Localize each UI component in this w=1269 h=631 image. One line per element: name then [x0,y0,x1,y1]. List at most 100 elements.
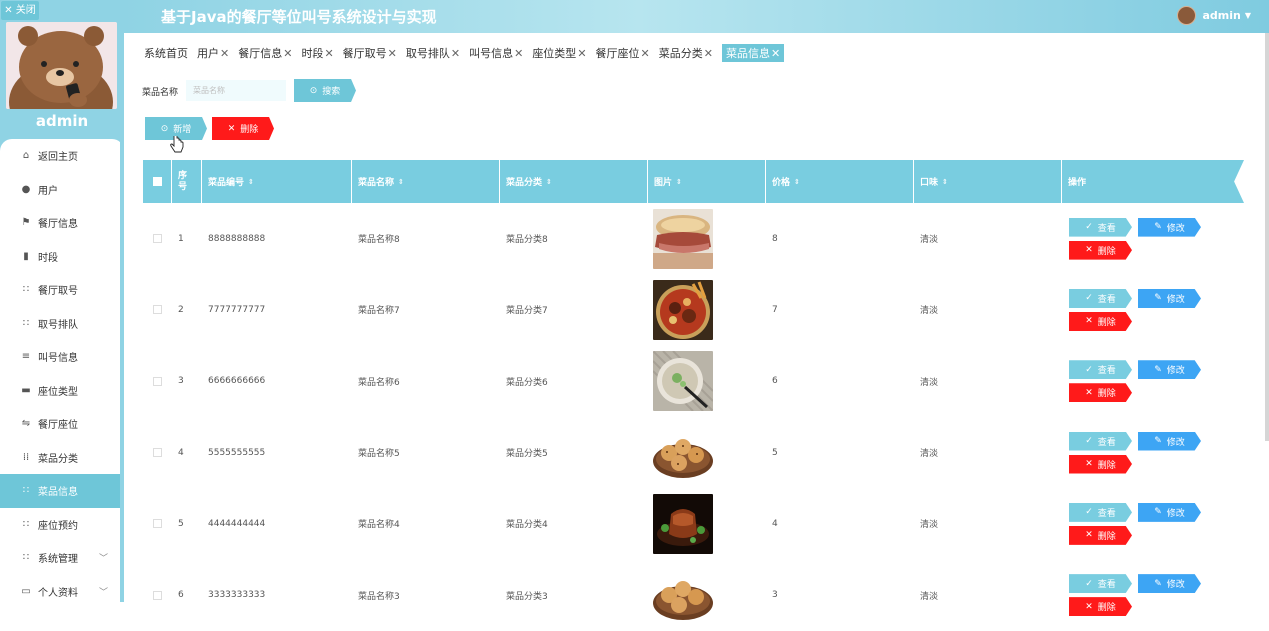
close-icon: ✕ [1085,601,1093,612]
sidebar-item-time-slot[interactable]: ▮ 时段 [0,239,124,273]
sidebar-item-seat-reservation[interactable]: ∷ 座位预约 [0,507,124,541]
sort-icon[interactable]: ⇕ [794,178,800,186]
close-icon[interactable]: ✕ [771,47,780,60]
row-code: 3333333333 [208,590,266,601]
sidebar-item-seat-type[interactable]: ▬ 座位类型 [0,373,124,407]
row-checkbox[interactable] [143,559,172,630]
close-icon[interactable]: ✕ [220,47,229,60]
row-delete-button[interactable]: ✕ 删除 [1069,311,1132,331]
edit-button[interactable]: ✎ 修改 [1138,360,1201,380]
tab-restaurant-info[interactable]: 餐厅信息✕ [238,45,292,61]
close-sidebar-button[interactable]: ✕ 关闭 [1,1,39,20]
search-button[interactable]: ⊙ 搜索 [294,79,356,102]
card-icon: ▭ [21,585,31,597]
sidebar-item-profile[interactable]: ▭ 个人资料 ﹀ [0,574,124,602]
row-checkbox[interactable] [143,417,172,488]
row-code: 8888888888 [208,233,266,244]
tab-bar: 系统首页 用户✕ 餐厅信息✕ 时段✕ 餐厅取号✕ 取号排队✕ 叫号信息✕ 座位类… [144,44,793,62]
edit-button[interactable]: ✎ 修改 [1138,502,1201,522]
sliders-icon: ⇋ [21,418,31,430]
tab-home[interactable]: 系统首页 [144,45,188,61]
sidebar-item-dish-info[interactable]: ∷ 菜品信息 [0,474,124,508]
row-delete-button-label: 删除 [1097,603,1116,614]
column-header-name[interactable]: 菜品名称 ⇕ [352,160,500,203]
edit-button[interactable]: ✎ 修改 [1138,288,1201,308]
tab-seat-type[interactable]: 座位类型✕ [532,45,586,61]
row-category: 菜品分类3 [506,591,548,602]
vertical-scrollbar[interactable] [1265,33,1269,441]
check-icon: ✓ [1085,222,1093,233]
delete-button[interactable]: ✕ 删除 [212,117,274,140]
view-button[interactable]: ✓ 查看 [1069,431,1132,451]
tab-queue[interactable]: 取号排队✕ [406,45,460,61]
view-button[interactable]: ✓ 查看 [1069,288,1132,308]
sidebar-item-restaurant-info[interactable]: ⚑ 餐厅信息 [0,206,124,240]
tab-take-number[interactable]: 餐厅取号✕ [343,45,397,61]
tab-label: 时段 [301,47,324,60]
column-header-code[interactable]: 菜品编号 ⇕ [202,160,352,203]
select-all-checkbox[interactable] [143,160,172,203]
row-delete-button[interactable]: ✕ 删除 [1069,240,1132,260]
search-input[interactable] [186,80,286,101]
edit-button[interactable]: ✎ 修改 [1138,574,1201,594]
close-icon[interactable]: ✕ [577,47,586,60]
column-header-category[interactable]: 菜品分类 ⇕ [500,160,648,203]
close-icon: ✕ [1085,387,1093,398]
view-button[interactable]: ✓ 查看 [1069,217,1132,237]
close-icon[interactable]: ✕ [641,47,650,60]
sidebar-item-call-info[interactable]: ≡ 叫号信息 [0,340,124,374]
edit-button[interactable]: ✎ 修改 [1138,217,1201,237]
sidebar-item-seats[interactable]: ⇋ 餐厅座位 [0,407,124,441]
edit-button-label: 修改 [1166,508,1185,519]
column-header-price[interactable]: 价格 ⇕ [766,160,914,203]
tab-label: 餐厅座位 [595,47,640,60]
sort-icon[interactable]: ⇕ [398,178,404,186]
tab-user[interactable]: 用户✕ [197,45,229,61]
sidebar-item-dish-category[interactable]: ⁞⁞ 菜品分类 [0,440,124,474]
close-icon[interactable]: ✕ [704,47,713,60]
row-delete-button[interactable]: ✕ 删除 [1069,454,1132,474]
sidebar-item-system-management[interactable]: ∷ 系统管理 ﹀ [0,541,124,575]
sidebar-item-user[interactable]: ● 用户 [0,172,124,206]
close-icon[interactable]: ✕ [388,47,397,60]
row-delete-button[interactable]: ✕ 删除 [1069,383,1132,403]
row-image [648,346,766,417]
row-checkbox[interactable] [143,274,172,345]
tab-call-info[interactable]: 叫号信息✕ [469,45,523,61]
sidebar-item-take-number[interactable]: ∷ 餐厅取号 [0,273,124,307]
close-icon[interactable]: ✕ [324,47,333,60]
row-delete-button[interactable]: ✕ 删除 [1069,525,1132,545]
tab-seats[interactable]: 餐厅座位✕ [596,45,650,61]
row-taste: 清淡 [920,235,939,246]
user-menu[interactable]: admin ▼ [1177,6,1251,25]
column-header-taste[interactable]: 口味 ⇕ [914,160,1062,203]
close-icon[interactable]: ✕ [514,47,523,60]
tab-time-slot[interactable]: 时段✕ [301,45,333,61]
row-delete-button[interactable]: ✕ 删除 [1069,597,1132,617]
row-checkbox[interactable] [143,488,172,559]
row-price: 3 [772,590,778,601]
view-button[interactable]: ✓ 查看 [1069,502,1132,522]
row-checkbox[interactable] [143,346,172,417]
row-actions: ✓ 查看 ✎ 修改 ✕ 删除 [1062,559,1244,630]
delete-button-label: 删除 [240,125,259,135]
row-actions: ✓ 查看 ✎ 修改 ✕ 删除 [1062,417,1244,488]
sort-icon[interactable]: ⇕ [546,178,552,186]
view-button[interactable]: ✓ 查看 [1069,360,1132,380]
sidebar-item-home[interactable]: ⌂ 返回主页 [0,139,124,173]
edit-button[interactable]: ✎ 修改 [1138,431,1201,451]
close-icon[interactable]: ✕ [451,47,460,60]
column-header-image[interactable]: 图片 ⇕ [648,160,766,203]
sort-icon[interactable]: ⇕ [676,178,682,186]
tab-dish-info[interactable]: 菜品信息✕ [721,44,785,62]
close-icon[interactable]: ✕ [283,47,292,60]
row-index: 5 [178,518,184,529]
view-button[interactable]: ✓ 查看 [1069,574,1132,594]
row-checkbox[interactable] [143,203,172,274]
sort-icon[interactable]: ⇕ [248,178,254,186]
sort-icon[interactable]: ⇕ [942,178,948,186]
column-header-label: 价格 [772,178,791,188]
sidebar-item-queue[interactable]: ∷ 取号排队 [0,306,124,340]
tab-dish-category[interactable]: 菜品分类✕ [659,45,713,61]
row-name: 菜品名称4 [358,520,400,531]
